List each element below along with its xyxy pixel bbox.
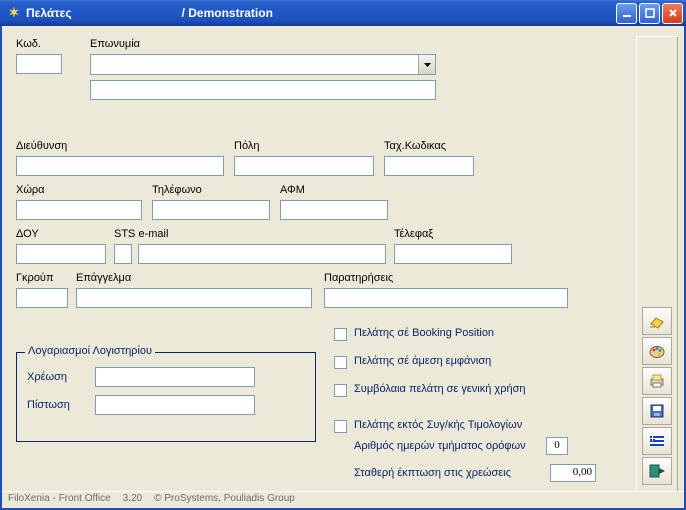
label-epaggelma: Επάγγελμα [76,272,131,284]
label-sts-email: STS e-mail [114,228,168,240]
titlebar: ✶ Πελάτες / Demonstration [0,0,686,26]
app-icon: ✶ [6,5,22,21]
chk-ektos[interactable] [334,420,347,433]
close-button[interactable] [662,3,683,24]
label-dieythinsi: Διεύθυνση [16,140,67,152]
label-paratiriseis: Παρατηρήσεις [324,272,393,284]
label-afm: ΑΦΜ [280,184,305,196]
eponymia-combo[interactable] [90,54,436,75]
xreosi-input[interactable] [95,367,255,387]
email-input[interactable] [138,244,386,264]
palette-button[interactable] [642,337,672,365]
maximize-button[interactable] [639,3,660,24]
status-app: FiloXenia - Front Office [8,493,111,507]
label-statheri-ekptosi: Σταθερή έκπτωση στις χρεώσεις [354,467,511,479]
group-input[interactable] [16,288,68,308]
exit-button[interactable] [642,457,672,485]
label-xreosi: Χρέωση [27,371,67,383]
chk-symvolaia-label[interactable]: Συμβόλαια πελάτη σε γενική χρήση [354,383,525,395]
statusbar: FiloXenia - Front Office 3.20 © ProSyste… [2,491,684,508]
label-tilefono: Τηλέφωνο [152,184,202,196]
chk-amesi[interactable] [334,356,347,369]
minimize-button[interactable] [616,3,637,24]
label-doy: ΔΟΥ [16,228,39,240]
statheri-ekptosi-input[interactable]: 0,00 [550,464,596,482]
label-telefax: Τέλεφαξ [394,228,433,240]
label-xora: Χώρα [16,184,45,196]
paratiriseis-input[interactable] [324,288,568,308]
pistosi-input[interactable] [95,395,255,415]
epaggelma-input[interactable] [76,288,312,308]
chk-amesi-label[interactable]: Πελάτης σέ άμεση εμφάνιση [354,355,491,367]
flag-button[interactable] [642,427,672,455]
status-version: 3.20 [123,493,142,507]
right-toolbar-well [636,36,678,492]
chk-ektos-label[interactable]: Πελάτης εκτός Συγ/κής Τιμολογίων [354,419,522,431]
tax-kodikas-input[interactable] [384,156,474,176]
telefax-input[interactable] [394,244,512,264]
sts-input[interactable] [114,244,132,264]
group-logariasmoi: Λογαριασμοί Λογιστηρίου Χρέωση Πίστωση [16,352,316,442]
window-title: Πελάτες [26,6,72,20]
tilefono-input[interactable] [152,200,270,220]
kod-input[interactable] [16,54,62,74]
label-poli: Πόλη [234,140,259,152]
doy-input[interactable] [16,244,106,264]
client-area: Κωδ. Επωνυμία Διεύθυνση Πόλη Ταχ.Κωδικας… [0,26,686,510]
eponymia-combo-button[interactable] [418,55,435,74]
save-button[interactable] [642,397,672,425]
afm-input[interactable] [280,200,388,220]
label-arithmos-imeron: Αριθμός ημερών τμήματος ορόφων [354,440,526,452]
arithmos-imeron-input[interactable]: 0 [546,437,568,455]
label-group: Γκρούπ [16,272,54,284]
label-kod: Κωδ. [16,38,41,50]
group-logariasmoi-title: Λογαριασμοί Λογιστηρίου [25,345,155,357]
window-subtitle: / Demonstration [182,6,273,20]
dieythinsi-input[interactable] [16,156,224,176]
label-tax-kodikas: Ταχ.Κωδικας [384,140,446,152]
status-vendor: © ProSystems, Pouliadis Group [154,493,295,507]
xora-input[interactable] [16,200,142,220]
label-eponymia: Επωνυμία [90,38,140,50]
poli-input[interactable] [234,156,374,176]
form-area: Κωδ. Επωνυμία Διεύθυνση Πόλη Ταχ.Κωδικας… [10,32,620,492]
toolbar [642,305,674,485]
clear-button[interactable] [642,307,672,335]
eponymia-combo-input[interactable] [91,55,418,74]
eponymia2-input[interactable] [90,80,436,100]
chk-booking-label[interactable]: Πελάτης σέ Booking Position [354,327,494,339]
chk-booking[interactable] [334,328,347,341]
label-pistosi: Πίστωση [27,399,70,411]
print-button[interactable] [642,367,672,395]
chk-symvolaia[interactable] [334,384,347,397]
